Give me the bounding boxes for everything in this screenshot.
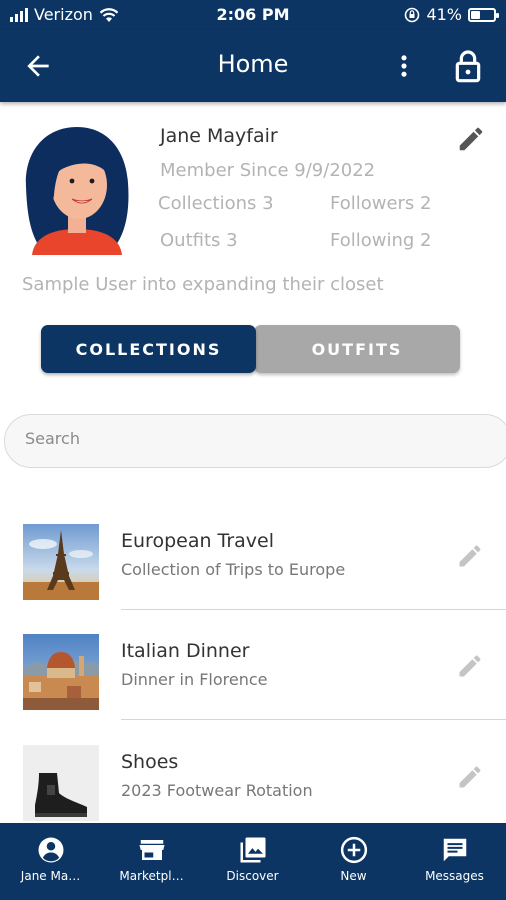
orientation-lock-icon xyxy=(405,7,420,22)
photo-library-icon xyxy=(240,837,266,863)
member-since-text: Member Since 9/9/2022 xyxy=(160,160,376,181)
nav-label: Messages xyxy=(425,869,484,883)
collections-count[interactable]: Collections 3 xyxy=(158,193,274,214)
divider xyxy=(121,609,506,610)
app-bar: Home xyxy=(0,30,506,102)
edit-pencil-icon[interactable] xyxy=(456,542,484,570)
nav-profile[interactable]: Jane Ma… xyxy=(0,823,101,900)
collection-title: Italian Dinner xyxy=(121,640,250,662)
nav-label: Discover xyxy=(226,869,279,883)
nav-label: Jane Ma… xyxy=(20,869,81,883)
followers-count[interactable]: Followers 2 xyxy=(330,193,432,214)
tab-outfits[interactable]: OUTFITS xyxy=(254,325,460,373)
edit-pencil-icon[interactable] xyxy=(456,763,484,791)
nav-label: Marketpl… xyxy=(119,869,184,883)
black-boot-thumbnail xyxy=(23,745,99,821)
battery-percent: 41% xyxy=(426,5,462,24)
page-title: Home xyxy=(217,50,289,78)
battery-fill xyxy=(471,10,481,19)
profile-name: Jane Mayfair xyxy=(160,125,278,147)
nav-marketplace[interactable]: Marketpl… xyxy=(101,823,202,900)
collection-title: Shoes xyxy=(121,751,179,773)
bottom-navigation: Jane Ma… Marketpl… Discover New Messages xyxy=(0,823,506,900)
florence-skyline-thumbnail xyxy=(23,634,99,710)
collection-title: European Travel xyxy=(121,530,275,552)
add-circle-icon xyxy=(340,836,368,864)
more-options-icon[interactable] xyxy=(390,50,418,82)
nav-discover[interactable]: Discover xyxy=(202,823,303,900)
storefront-icon xyxy=(139,840,165,860)
account-circle-icon xyxy=(38,837,64,863)
tab-collections[interactable]: COLLECTIONS xyxy=(41,325,256,373)
search-input[interactable] xyxy=(25,429,465,448)
status-bar: Verizon 2:06 PM 41% xyxy=(0,0,506,30)
eiffel-tower-thumbnail xyxy=(23,524,99,600)
list-item[interactable]: Italian Dinner Dinner in Florence xyxy=(0,634,506,744)
edit-profile-pencil-icon[interactable] xyxy=(456,124,486,154)
avatar xyxy=(25,127,129,255)
chat-icon xyxy=(443,838,467,862)
following-count[interactable]: Following 2 xyxy=(330,230,431,251)
battery-icon xyxy=(468,7,499,22)
edit-pencil-icon[interactable] xyxy=(456,652,484,680)
outfits-count[interactable]: Outfits 3 xyxy=(160,230,238,251)
nav-label: New xyxy=(340,869,367,883)
nav-messages[interactable]: Messages xyxy=(404,823,505,900)
nav-new[interactable]: New xyxy=(303,823,404,900)
lock-icon[interactable] xyxy=(452,48,484,84)
list-item[interactable]: European Travel Collection of Trips to E… xyxy=(0,524,506,634)
search-bar[interactable] xyxy=(4,414,506,468)
divider xyxy=(121,719,506,720)
profile-bio: Sample User into expanding their closet xyxy=(22,274,384,295)
collection-subtitle: Dinner in Florence xyxy=(121,670,268,689)
collection-subtitle: 2023 Footwear Rotation xyxy=(121,781,313,800)
collection-subtitle: Collection of Trips to Europe xyxy=(121,560,346,579)
